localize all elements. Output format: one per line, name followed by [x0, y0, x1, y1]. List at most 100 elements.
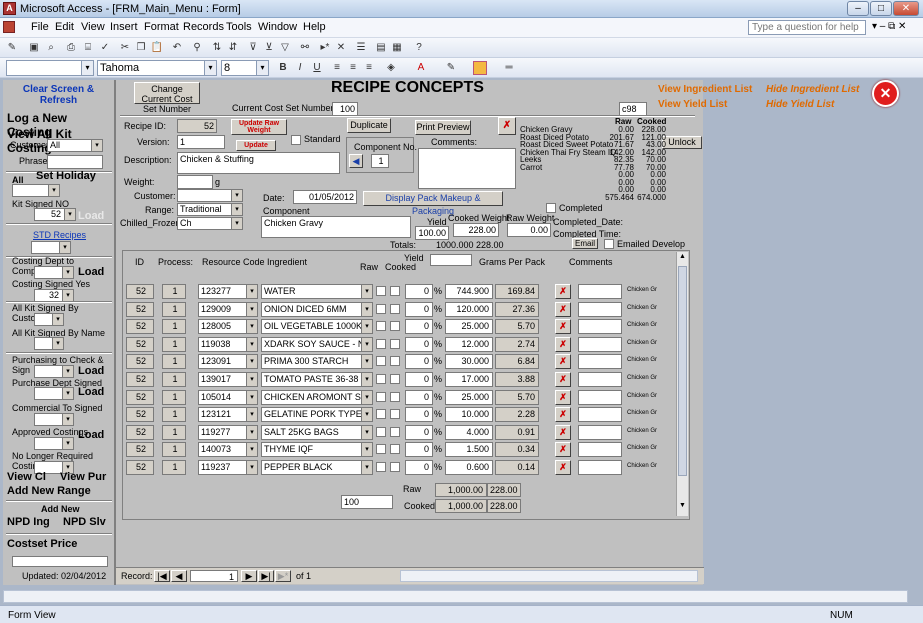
- resource-code-combo[interactable]: 119038 ▾: [198, 336, 258, 352]
- close-window-icon[interactable]: ✕: [893, 1, 919, 16]
- print-icon[interactable]: ⎙: [64, 41, 78, 55]
- next-record-icon[interactable]: ▶: [241, 570, 257, 582]
- row-process[interactable]: 1: [162, 389, 186, 405]
- menu-view[interactable]: View: [81, 21, 105, 33]
- kit-signed-combo[interactable]: 52 ▾: [34, 208, 76, 221]
- raw-checkbox[interactable]: [376, 391, 386, 402]
- delete-row-icon[interactable]: ✗: [555, 442, 571, 458]
- menu-tools[interactable]: Tools: [226, 21, 252, 33]
- paste-icon[interactable]: 📋: [150, 41, 164, 55]
- font-color-icon[interactable]: A: [414, 61, 428, 75]
- ingredient-combo[interactable]: GELATINE PORK TYPE A ▾: [261, 407, 373, 423]
- unlock-button[interactable]: Unlock: [662, 136, 702, 149]
- component-input[interactable]: Chicken Gravy: [261, 216, 411, 238]
- row-process[interactable]: 1: [162, 319, 186, 335]
- approved-combo[interactable]: ▾: [34, 437, 74, 450]
- cooked-checkbox[interactable]: [390, 374, 400, 384]
- align-left-icon[interactable]: ≡: [330, 61, 344, 75]
- cut-icon[interactable]: ✂: [118, 41, 132, 55]
- holiday-combo[interactable]: ▾: [12, 184, 60, 197]
- grams-input[interactable]: 0.600: [445, 460, 493, 475]
- code-field[interactable]: c98: [619, 102, 647, 116]
- view-ingredient-list-link[interactable]: View Ingredient List: [658, 84, 752, 95]
- fill-color-icon[interactable]: ◈: [384, 61, 398, 75]
- grams-input[interactable]: 25.000: [445, 319, 493, 335]
- menu-insert[interactable]: Insert: [110, 21, 138, 33]
- row-comment-input[interactable]: [578, 372, 622, 387]
- last-record-icon[interactable]: ▶|: [258, 570, 274, 582]
- yield-pct-input[interactable]: 0: [405, 442, 433, 458]
- raw-checkbox[interactable]: [376, 409, 386, 420]
- maximize-icon[interactable]: □: [870, 1, 892, 16]
- yield-header-input[interactable]: [430, 254, 472, 266]
- yield-input[interactable]: 100.00: [415, 226, 449, 240]
- current-record-input[interactable]: 1: [190, 570, 238, 582]
- std-recipes-link[interactable]: STD Recipes: [33, 230, 86, 240]
- row-process[interactable]: 1: [162, 372, 186, 387]
- spelling-icon[interactable]: ✓: [98, 41, 112, 55]
- delete-record-icon[interactable]: ✕: [334, 41, 348, 55]
- yield-pct-input[interactable]: 0: [405, 336, 433, 352]
- yield-pct-input[interactable]: 0: [405, 301, 433, 317]
- costset-price-input[interactable]: [12, 556, 108, 567]
- update-button[interactable]: Update: [236, 140, 276, 151]
- ingredient-combo[interactable]: TOMATO PASTE 36-38 BR ▾: [261, 372, 373, 387]
- undo-icon[interactable]: ↶: [170, 41, 184, 55]
- view-pur-link[interactable]: View Pur: [60, 471, 106, 483]
- add-new-range-link[interactable]: Add New Range: [7, 485, 91, 497]
- grams-input[interactable]: 12.000: [445, 336, 493, 352]
- yield-pct-input[interactable]: 0: [405, 407, 433, 423]
- email-button[interactable]: Email: [572, 238, 598, 249]
- row-comment-input[interactable]: [578, 460, 622, 475]
- grams-input[interactable]: 4.000: [445, 424, 493, 440]
- raw-checkbox[interactable]: [376, 303, 386, 314]
- delete-row-icon[interactable]: ✗: [555, 407, 571, 423]
- row-comment-input[interactable]: [578, 442, 622, 458]
- filter-selection-icon[interactable]: ⊽: [246, 41, 260, 55]
- row-process[interactable]: 1: [162, 301, 186, 317]
- display-pack-button[interactable]: Display Pack Makeup & Packaging: [363, 191, 503, 216]
- grams-input[interactable]: 120.000: [445, 301, 493, 317]
- grams-input[interactable]: 10.000: [445, 407, 493, 423]
- resource-code-combo[interactable]: 105014 ▾: [198, 389, 258, 405]
- row-comment-input[interactable]: [578, 284, 622, 299]
- delete-row-icon[interactable]: ✗: [555, 424, 571, 440]
- grams-input[interactable]: 25.000: [445, 389, 493, 405]
- help-icon[interactable]: ?: [412, 41, 426, 55]
- font-size-combo[interactable]: 8 ▾: [221, 60, 269, 76]
- cooked-checkbox[interactable]: [390, 286, 400, 296]
- menu-help[interactable]: Help: [303, 21, 326, 33]
- cooked-checkbox[interactable]: [390, 426, 400, 437]
- menu-edit[interactable]: Edit: [55, 21, 74, 33]
- range-combo[interactable]: Traditional ▾: [177, 203, 243, 216]
- resource-code-combo[interactable]: 119237 ▾: [198, 460, 258, 475]
- resource-code-combo[interactable]: 129009 ▾: [198, 301, 258, 317]
- yield-pct-input[interactable]: 0: [405, 354, 433, 370]
- close-form-icon[interactable]: ✕: [872, 80, 899, 107]
- main-hscroll[interactable]: [3, 590, 908, 603]
- yield-pct-input[interactable]: 0: [405, 372, 433, 387]
- row-process[interactable]: 1: [162, 336, 186, 352]
- grid-scrollbar[interactable]: ▲ ▼: [676, 252, 688, 516]
- row-comment-input[interactable]: [578, 336, 622, 352]
- date-input[interactable]: 01/05/2012: [293, 190, 357, 204]
- purchasing-combo[interactable]: ▾: [34, 365, 74, 378]
- raw-checkbox[interactable]: [376, 426, 386, 437]
- ingredient-combo[interactable]: ONION DICED 6MM ▾: [261, 301, 373, 317]
- apply-filter-icon[interactable]: ▽: [278, 41, 292, 55]
- sort-ascending-icon[interactable]: ⇅: [210, 41, 224, 55]
- raw-checkbox[interactable]: [376, 444, 386, 455]
- cooked-checkbox[interactable]: [390, 391, 400, 402]
- access-app-icon[interactable]: A: [3, 2, 16, 15]
- delete-row-icon[interactable]: ✗: [555, 460, 571, 475]
- ingredient-combo[interactable]: SALT 25KG BAGS ▾: [261, 424, 373, 440]
- purchase-dept-combo[interactable]: ▾: [34, 387, 74, 400]
- new-record-nav-icon[interactable]: ▶*: [275, 570, 291, 582]
- row-process[interactable]: 1: [162, 460, 186, 475]
- search-icon[interactable]: ⌕: [44, 41, 58, 55]
- grams-input[interactable]: 17.000: [445, 372, 493, 387]
- bold-icon[interactable]: B: [276, 61, 290, 75]
- menu-format[interactable]: Format: [144, 21, 179, 33]
- description-input[interactable]: Chicken & Stuffing: [177, 152, 340, 174]
- row-process[interactable]: 1: [162, 442, 186, 458]
